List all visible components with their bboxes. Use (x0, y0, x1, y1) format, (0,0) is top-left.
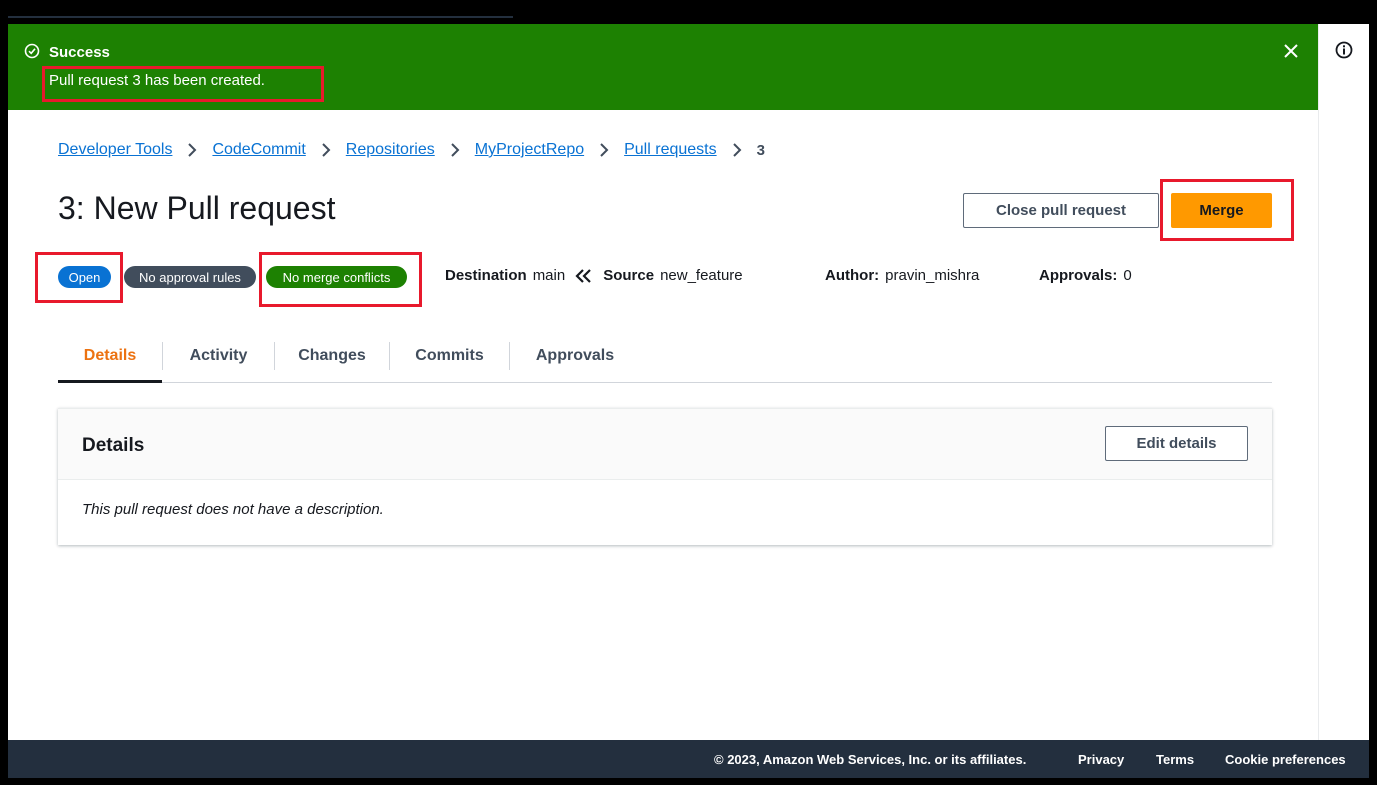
breadcrumb-repo[interactable]: MyProjectRepo (475, 141, 584, 159)
details-panel-title: Details (82, 435, 145, 456)
details-description: This pull request does not have a descri… (82, 501, 384, 518)
breadcrumb-pull-requests[interactable]: Pull requests (624, 141, 717, 159)
tools-side-rail (1318, 24, 1369, 740)
source-label: Source (603, 267, 655, 284)
console-frame: Success Pull request 3 has been created.… (8, 24, 1369, 778)
footer-privacy-link[interactable]: Privacy (1078, 752, 1124, 767)
page-title: 3: New Pull request (58, 190, 336, 226)
flash-title: Success (49, 44, 110, 61)
destination-value: main (532, 267, 566, 284)
tab-details[interactable]: Details (58, 330, 162, 383)
approvals-label: Approvals: (1039, 267, 1118, 284)
chevron-right-icon (600, 143, 609, 157)
merge-conflicts-badge: No merge conflicts (266, 266, 407, 288)
tab-activity[interactable]: Activity (163, 330, 274, 382)
approvals-value: 0 (1123, 267, 1132, 284)
details-panel-header: Details Edit details (58, 409, 1272, 480)
breadcrumb-repositories[interactable]: Repositories (346, 141, 435, 159)
branch-info: Destination main Source new_feature (445, 267, 743, 284)
flash-message: Pull request 3 has been created. (49, 72, 265, 89)
breadcrumb: Developer Tools CodeCommit Repositories … (58, 141, 765, 159)
footer-copyright: © 2023, Amazon Web Services, Inc. or its… (714, 752, 1027, 767)
tab-changes[interactable]: Changes (275, 330, 389, 382)
breadcrumb-current: 3 (756, 141, 765, 159)
breadcrumb-developer-tools[interactable]: Developer Tools (58, 141, 172, 159)
chevron-right-icon (188, 143, 197, 157)
console-footer: © 2023, Amazon Web Services, Inc. or its… (8, 740, 1369, 778)
details-panel: Details Edit details This pull request d… (58, 408, 1272, 545)
tab-commits[interactable]: Commits (390, 330, 509, 382)
author-value: pravin_mishra (885, 267, 980, 284)
check-circle-icon (24, 43, 40, 59)
chevron-right-icon (451, 143, 460, 157)
author-info: Author: pravin_mishra (825, 267, 979, 284)
chevron-right-icon (732, 143, 742, 157)
author-label: Author: (825, 267, 880, 284)
merge-button[interactable]: Merge (1171, 193, 1272, 228)
source-value: new_feature (660, 267, 743, 284)
destination-label: Destination (445, 267, 527, 284)
approval-rules-badge: No approval rules (124, 266, 256, 288)
tab-approvals[interactable]: Approvals (510, 330, 640, 382)
tab-strip-line (8, 16, 513, 18)
edit-details-button[interactable]: Edit details (1105, 426, 1248, 461)
chevron-right-icon (322, 143, 331, 157)
close-icon[interactable] (1282, 42, 1300, 60)
close-pull-request-button[interactable]: Close pull request (963, 193, 1159, 228)
browser-top-strip (0, 0, 1377, 24)
info-icon[interactable] (1335, 41, 1353, 59)
success-flashbar: Success Pull request 3 has been created. (8, 24, 1318, 110)
status-badge: Open (58, 266, 111, 288)
approvals-info: Approvals: 0 (1039, 267, 1132, 284)
breadcrumb-codecommit[interactable]: CodeCommit (212, 141, 305, 159)
footer-terms-link[interactable]: Terms (1156, 752, 1194, 767)
footer-cookie-link[interactable]: Cookie preferences (1225, 752, 1346, 767)
tab-bar: Details Activity Changes Commits Approva… (58, 330, 1272, 383)
double-chevron-left-icon (575, 268, 591, 283)
